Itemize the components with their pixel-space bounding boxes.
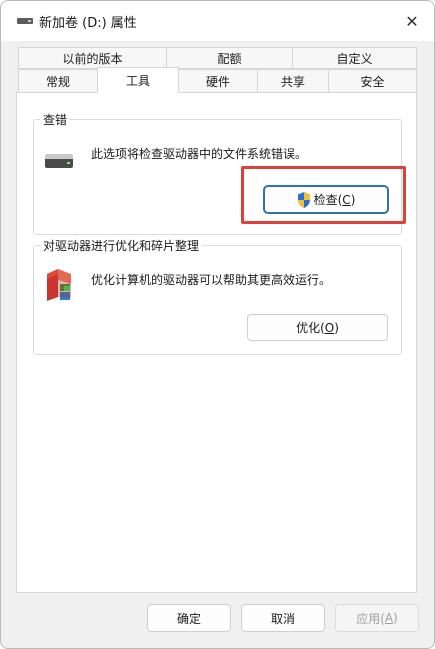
tab-sharing[interactable]: 共享 <box>257 69 329 93</box>
tab-hardware[interactable]: 硬件 <box>178 69 258 93</box>
apply-button[interactable]: 应用(A) <box>335 604 419 632</box>
group-title-error-checking: 查错 <box>40 111 71 128</box>
tab-security[interactable]: 安全 <box>328 69 417 93</box>
optimize-group: 对驱动器进行优化和碎片整理 优化计算机的驱动器可以帮助其更高效运行。 优化(O) <box>33 237 402 355</box>
drive-icon <box>17 18 33 24</box>
tab-customize[interactable]: 自定义 <box>292 47 417 69</box>
tab-tools[interactable]: 工具 <box>97 67 179 93</box>
tab-quota[interactable]: 配额 <box>166 47 293 69</box>
defrag-icon <box>47 269 71 301</box>
optimize-description: 优化计算机的驱动器可以帮助其更高效运行。 <box>91 273 332 287</box>
drive-icon <box>45 154 73 168</box>
uac-shield-icon <box>297 191 310 208</box>
ok-button[interactable]: 确定 <box>147 604 231 632</box>
tab-previous-versions[interactable]: 以前的版本 <box>18 47 167 69</box>
cancel-button[interactable]: 取消 <box>241 604 325 632</box>
group-title-optimize: 对驱动器进行优化和碎片整理 <box>40 237 203 254</box>
check-button[interactable]: 检查(C) <box>264 186 388 213</box>
close-button[interactable]: ✕ <box>400 9 424 33</box>
error-checking-group: 查错 此选项将检查驱动器中的文件系统错误。 检查(C) <box>33 111 402 235</box>
tools-panel: 查错 此选项将检查驱动器中的文件系统错误。 检查(C) 对驱动器进行优化和碎片整… <box>16 92 417 593</box>
title-bar: 新加卷 (D:) 属性 ✕ <box>1 1 434 41</box>
close-icon: ✕ <box>405 11 419 31</box>
properties-window: 新加卷 (D:) 属性 ✕ 以前的版本 配额 自定义 常规 工具 硬件 共享 安… <box>0 0 435 649</box>
optimize-button[interactable]: 优化(O) <box>247 314 388 341</box>
tab-general[interactable]: 常规 <box>18 69 98 93</box>
window-title: 新加卷 (D:) 属性 <box>39 16 137 31</box>
error-checking-description: 此选项将检查驱动器中的文件系统错误。 <box>91 147 308 161</box>
